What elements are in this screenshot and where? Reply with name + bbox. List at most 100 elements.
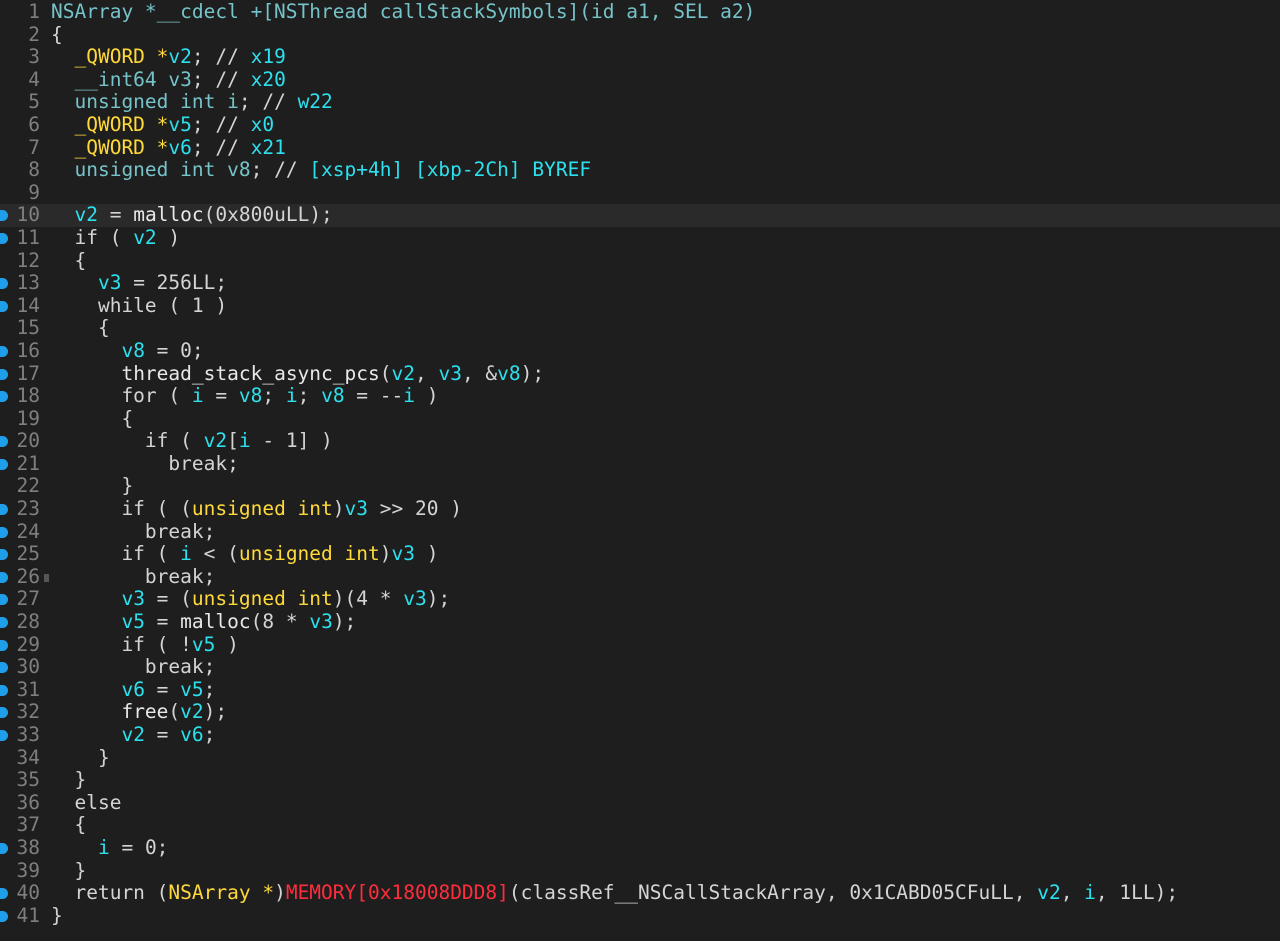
code-line[interactable]: 4 __int64 v3; // x20 (0, 68, 1280, 92)
line-number: 35 (16, 768, 40, 792)
line-number: 18 (16, 384, 40, 408)
code-line[interactable]: 7 _QWORD *v6; // x21 (0, 135, 1280, 160)
code-line[interactable]: 36 else (0, 791, 1280, 815)
code-line[interactable]: 29 if ( !v5 ) (0, 632, 1280, 657)
code-line[interactable]: 20 if ( v2[i - 1] ) (0, 429, 1280, 453)
breakpoint-marker-icon[interactable] (0, 910, 8, 922)
code-token: break; (51, 519, 216, 543)
code-token: [xsp+4h] [xbp-2Ch] BYREF (309, 158, 592, 182)
code-line[interactable]: 25 if ( i < (unsigned int)v3 ) (0, 542, 1280, 566)
code-token: v2 (180, 700, 204, 724)
breakpoint-marker-icon[interactable] (0, 368, 8, 380)
line-number: 30 (16, 655, 40, 679)
code-token: v3 (403, 587, 427, 611)
code-editor[interactable]: 1 NSArray *__cdecl +[NSThread callStackSy… (0, 0, 1280, 941)
code-line[interactable]: 3 _QWORD *v2; // x19 (0, 45, 1280, 69)
code-line[interactable]: 22 } (0, 475, 1280, 498)
code-text: { (51, 814, 86, 837)
code-line[interactable]: 28 v5 = malloc(8 * v3); (0, 610, 1280, 634)
code-line[interactable]: 8 unsigned int v8; // [xsp+4h] [xbp-2Ch]… (0, 158, 1280, 182)
line-number: 27 (16, 587, 40, 611)
code-token: ) (156, 225, 181, 249)
breakpoint-marker-icon[interactable] (0, 549, 8, 561)
code-line[interactable]: 17 thread_stack_async_pcs(v2, v3, &v8); (0, 361, 1280, 386)
code-text: v5 = malloc(8 * v3); (51, 610, 356, 634)
breakpoint-marker-icon[interactable] (0, 391, 8, 403)
breakpoint-marker-icon[interactable] (0, 684, 8, 696)
line-number: 5 (28, 90, 40, 114)
code-token: } (51, 745, 110, 769)
code-token: v5 (191, 632, 216, 656)
code-line[interactable]: 15 { (0, 317, 1280, 340)
code-token: v8 (121, 338, 145, 362)
breakpoint-marker-icon[interactable] (0, 345, 8, 357)
code-text: break; (51, 655, 215, 679)
code-line[interactable]: 31 v6 = v5; (0, 678, 1280, 702)
code-line[interactable]: 40 return (NSArray *)MEMORY[0x18008DDD8]… (0, 881, 1280, 905)
breakpoint-marker-icon[interactable] (0, 707, 8, 719)
breakpoint-marker-icon[interactable] (0, 436, 8, 448)
code-line[interactable]: 11 if ( v2 ) (0, 225, 1280, 250)
code-line[interactable]: 38 i = 0; (0, 836, 1280, 860)
code-line[interactable]: 18 for ( i = v8; i; v8 = --i ) (0, 384, 1280, 408)
breakpoint-marker-icon[interactable] (0, 300, 8, 312)
code-line[interactable]: 9 (0, 181, 1280, 205)
line-number: 26 (16, 564, 40, 588)
code-token: v5 (121, 610, 145, 634)
code-line[interactable]: 37 { (0, 814, 1280, 837)
code-line[interactable]: 6 _QWORD *v5; // x0 (0, 112, 1280, 137)
code-line[interactable]: 34 } (0, 745, 1280, 770)
line-number: 37 (16, 813, 40, 837)
line-number: 6 (28, 112, 40, 136)
code-line[interactable]: 19 { (0, 406, 1280, 431)
breakpoint-marker-icon[interactable] (0, 278, 8, 290)
breakpoint-marker-icon[interactable] (0, 617, 8, 629)
code-line[interactable]: 30 break; (0, 655, 1280, 679)
breakpoint-marker-icon[interactable] (0, 504, 8, 516)
code-text: _QWORD *v5; // x0 (51, 113, 274, 137)
breakpoint-marker-icon[interactable] (0, 662, 8, 674)
code-line[interactable]: 32 free(v2); (0, 701, 1280, 724)
breakpoint-marker-icon[interactable] (0, 210, 8, 222)
code-line[interactable]: 13 v3 = 256LL; (0, 271, 1280, 295)
code-line[interactable]: 24 break; (0, 519, 1280, 544)
code-token: thread_stack_async_pcs (121, 361, 380, 385)
code-line[interactable]: 16 v8 = 0; (0, 338, 1280, 363)
code-token: ) (414, 542, 439, 566)
code-token: unsigned int (191, 497, 333, 521)
code-token: ) (379, 542, 392, 566)
code-line[interactable]: 5 unsigned int i; // w22 (0, 91, 1280, 114)
line-number: 19 (16, 406, 40, 430)
code-line[interactable]: 39 } (0, 859, 1280, 883)
code-token: ; // (191, 135, 251, 159)
code-token: i (238, 429, 251, 453)
breakpoint-marker-icon[interactable] (0, 232, 8, 244)
code-text: { (51, 407, 133, 431)
code-line[interactable]: 12 { (0, 249, 1280, 273)
breakpoint-marker-icon[interactable] (0, 730, 8, 741)
code-token: v2 (168, 45, 192, 69)
code-line[interactable]: 14 while ( 1 ) (0, 294, 1280, 318)
breakpoint-marker-icon[interactable] (0, 458, 8, 470)
breakpoint-marker-icon[interactable] (0, 526, 8, 538)
code-text: while ( 1 ) (51, 294, 227, 318)
code-line[interactable]: 41} (0, 904, 1280, 928)
breakpoint-marker-icon[interactable] (0, 571, 8, 583)
breakpoint-marker-icon[interactable] (0, 842, 8, 854)
code-line[interactable]: 21 break; (0, 452, 1280, 476)
breakpoint-marker-icon[interactable] (0, 639, 8, 651)
code-text: { (51, 23, 63, 47)
code-line[interactable]: 35 } (0, 768, 1280, 792)
code-line[interactable]: 23 if ( (unsigned int)v3 >> 20 ) (0, 497, 1280, 521)
line-number: 1 (28, 0, 40, 23)
code-line[interactable]: 1 NSArray *__cdecl +[NSThread callStackSy… (0, 0, 1280, 24)
code-line[interactable]: 26 break; (0, 564, 1280, 589)
code-line[interactable]: 2{ (0, 23, 1280, 47)
breakpoint-marker-icon[interactable] (0, 888, 8, 900)
breakpoint-marker-icon[interactable] (0, 594, 8, 606)
code-line[interactable]: 10 v2 = malloc(0x800uLL); (0, 204, 1280, 227)
code-token: = (144, 723, 181, 746)
code-line[interactable]: 33 v2 = v6; (0, 723, 1280, 747)
code-line[interactable]: 27 v3 = (unsigned int)(4 * v3); (0, 588, 1280, 611)
